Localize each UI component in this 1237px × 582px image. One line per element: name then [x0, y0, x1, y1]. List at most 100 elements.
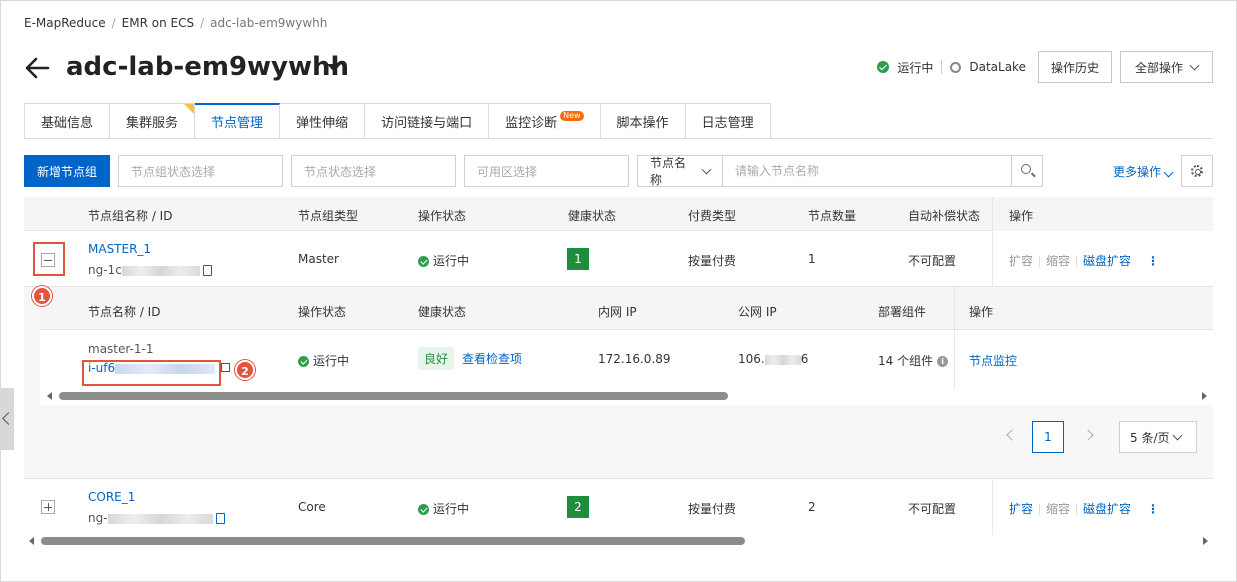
breadcrumb-emr[interactable]: E-MapReduce	[24, 16, 106, 30]
cluster-status: 运行中	[897, 60, 934, 75]
health-count-badge[interactable]: 1	[567, 248, 589, 270]
page-size-label: 5 条/页	[1130, 430, 1170, 445]
callout-box-2	[82, 360, 221, 386]
group-status-text: 运行中	[433, 254, 470, 268]
next-page-icon[interactable]	[1082, 429, 1094, 441]
all-operations-button[interactable]: 全部操作	[1119, 51, 1213, 83]
more-dots-icon[interactable]: ⋮	[1147, 254, 1159, 268]
prev-page-icon[interactable]	[1006, 429, 1018, 441]
scale-out-link[interactable]: 扩容	[1009, 254, 1033, 268]
tab-monitoring[interactable]: 监控诊断 New	[489, 103, 601, 139]
col-node-status: 操作状态	[298, 305, 347, 319]
tab-basic-info[interactable]: 基础信息	[24, 103, 111, 139]
group-status: 运行中	[418, 500, 469, 517]
new-badge: New	[560, 111, 584, 121]
components: 14 个组件 i	[878, 352, 949, 369]
tab-label: 节点管理	[211, 116, 264, 131]
col-health: 健康状态	[568, 209, 617, 223]
tab-label: 监控诊断	[505, 115, 558, 131]
node-status-select[interactable]: 节点状态选择	[291, 155, 456, 187]
group-name-link[interactable]: CORE_1	[88, 490, 135, 504]
datalake-icon	[950, 61, 962, 73]
scale-in-link[interactable]: 缩容	[1046, 502, 1070, 516]
group-name-link[interactable]: MASTER_1	[88, 242, 151, 256]
tab-label: 基础信息	[41, 115, 94, 131]
all-operations-label: 全部操作	[1134, 60, 1183, 75]
search-field-label: 节点名称	[650, 156, 687, 187]
tab-label: 日志管理	[701, 115, 754, 131]
more-dots-icon[interactable]: ⋮	[1147, 502, 1159, 516]
scroll-left-arrow-icon[interactable]	[47, 392, 52, 400]
copy-icon[interactable]	[202, 265, 212, 276]
group-status-select[interactable]: 节点组状态选择	[118, 155, 283, 187]
tab-access-links[interactable]: 访问链接与端口	[365, 103, 490, 139]
info-icon[interactable]: i	[937, 356, 949, 367]
node-status: 运行中	[298, 352, 349, 369]
node-ops-cell: 节点监控	[954, 330, 1213, 390]
private-ip: 172.16.0.89	[598, 352, 671, 366]
caret-down-icon[interactable]	[327, 64, 341, 72]
pagination: 1 5 条/页	[1004, 421, 1204, 453]
zone-select[interactable]: 可用区选择	[464, 155, 629, 187]
billing-type: 按量付费	[688, 502, 737, 516]
auto-comp-status: 不可配置	[908, 254, 957, 268]
group-id-prefix: ng-1c	[88, 263, 122, 277]
tab-auto-scaling[interactable]: 弹性伸缩	[280, 103, 366, 139]
col-public-ip: 公网 IP	[738, 305, 777, 319]
search-button[interactable]	[1011, 155, 1043, 187]
scrollbar-thumb[interactable]	[41, 537, 745, 545]
node-monitor-link[interactable]: 节点监控	[969, 352, 1017, 369]
disk-expand-link[interactable]: 磁盘扩容	[1083, 502, 1131, 516]
sidebar-collapse-handle[interactable]	[0, 388, 14, 450]
scroll-right-arrow-icon[interactable]	[1203, 537, 1208, 545]
breadcrumb-ecs[interactable]: EMR on ECS	[122, 16, 194, 30]
more-operations-link[interactable]: 更多操作	[1113, 163, 1174, 180]
page-size-select[interactable]: 5 条/页	[1119, 421, 1197, 453]
add-node-group-button[interactable]: 新增节点组	[24, 155, 110, 187]
scale-in-link[interactable]: 缩容	[1046, 254, 1070, 268]
redacted-text	[107, 513, 213, 524]
scale-out-link[interactable]: 扩容	[1009, 502, 1033, 516]
col-node-name: 节点名称 / ID	[88, 305, 161, 319]
view-check-items-link[interactable]: 查看检查项	[462, 352, 522, 366]
operation-history-button[interactable]: 操作历史	[1037, 51, 1112, 83]
scroll-left-arrow-icon[interactable]	[29, 537, 34, 545]
back-arrow-icon[interactable]	[24, 55, 50, 81]
page-number-current[interactable]: 1	[1032, 421, 1064, 453]
node-ops-header-cell: 操作	[954, 287, 1213, 329]
divider	[941, 60, 943, 74]
redacted-text	[764, 354, 801, 365]
callout-badge-2: 2	[235, 360, 255, 380]
more-operations-label: 更多操作	[1113, 165, 1162, 179]
chevron-down-icon	[1163, 167, 1174, 178]
expand-toggle[interactable]	[41, 500, 55, 514]
col-op-status: 操作状态	[418, 209, 467, 223]
col-node-ops: 操作	[969, 305, 994, 319]
disk-expand-link[interactable]: 磁盘扩容	[1083, 254, 1131, 268]
scroll-right-arrow-icon[interactable]	[1202, 392, 1207, 400]
table-row: MASTER_1 ng-1c Master 运行中 1 按量付费 1 不可配置 …	[24, 231, 1213, 287]
group-id: ng-	[88, 511, 225, 525]
health-count-badge[interactable]: 2	[567, 496, 589, 518]
inner-horizontal-scrollbar[interactable]	[40, 391, 1213, 401]
node-count: 1	[808, 252, 816, 266]
gear-icon	[1191, 165, 1203, 177]
scrollbar-thumb[interactable]	[59, 392, 728, 400]
group-id: ng-1c	[88, 263, 212, 277]
table-horizontal-scrollbar[interactable]	[24, 536, 1213, 546]
public-ip-prefix: 106.	[738, 352, 765, 366]
copy-icon[interactable]	[215, 513, 225, 524]
tab-scripts[interactable]: 脚本操作	[600, 103, 686, 139]
group-type: Core	[298, 500, 326, 514]
external-link-icon[interactable]	[221, 363, 230, 372]
check-circle-icon	[877, 61, 890, 73]
tab-logs[interactable]: 日志管理	[685, 103, 771, 139]
table-settings-button[interactable]	[1181, 155, 1213, 187]
group-status: 运行中	[418, 252, 469, 269]
tab-cluster-services[interactable]: 集群服务	[110, 103, 196, 139]
search-field-select[interactable]: 节点名称	[637, 155, 723, 187]
group-id-prefix: ng-	[88, 511, 108, 525]
node-name-input[interactable]	[722, 155, 1012, 187]
tab-node-management[interactable]: 节点管理	[195, 103, 281, 139]
page-title: adc-lab-em9wywhh	[66, 52, 350, 82]
